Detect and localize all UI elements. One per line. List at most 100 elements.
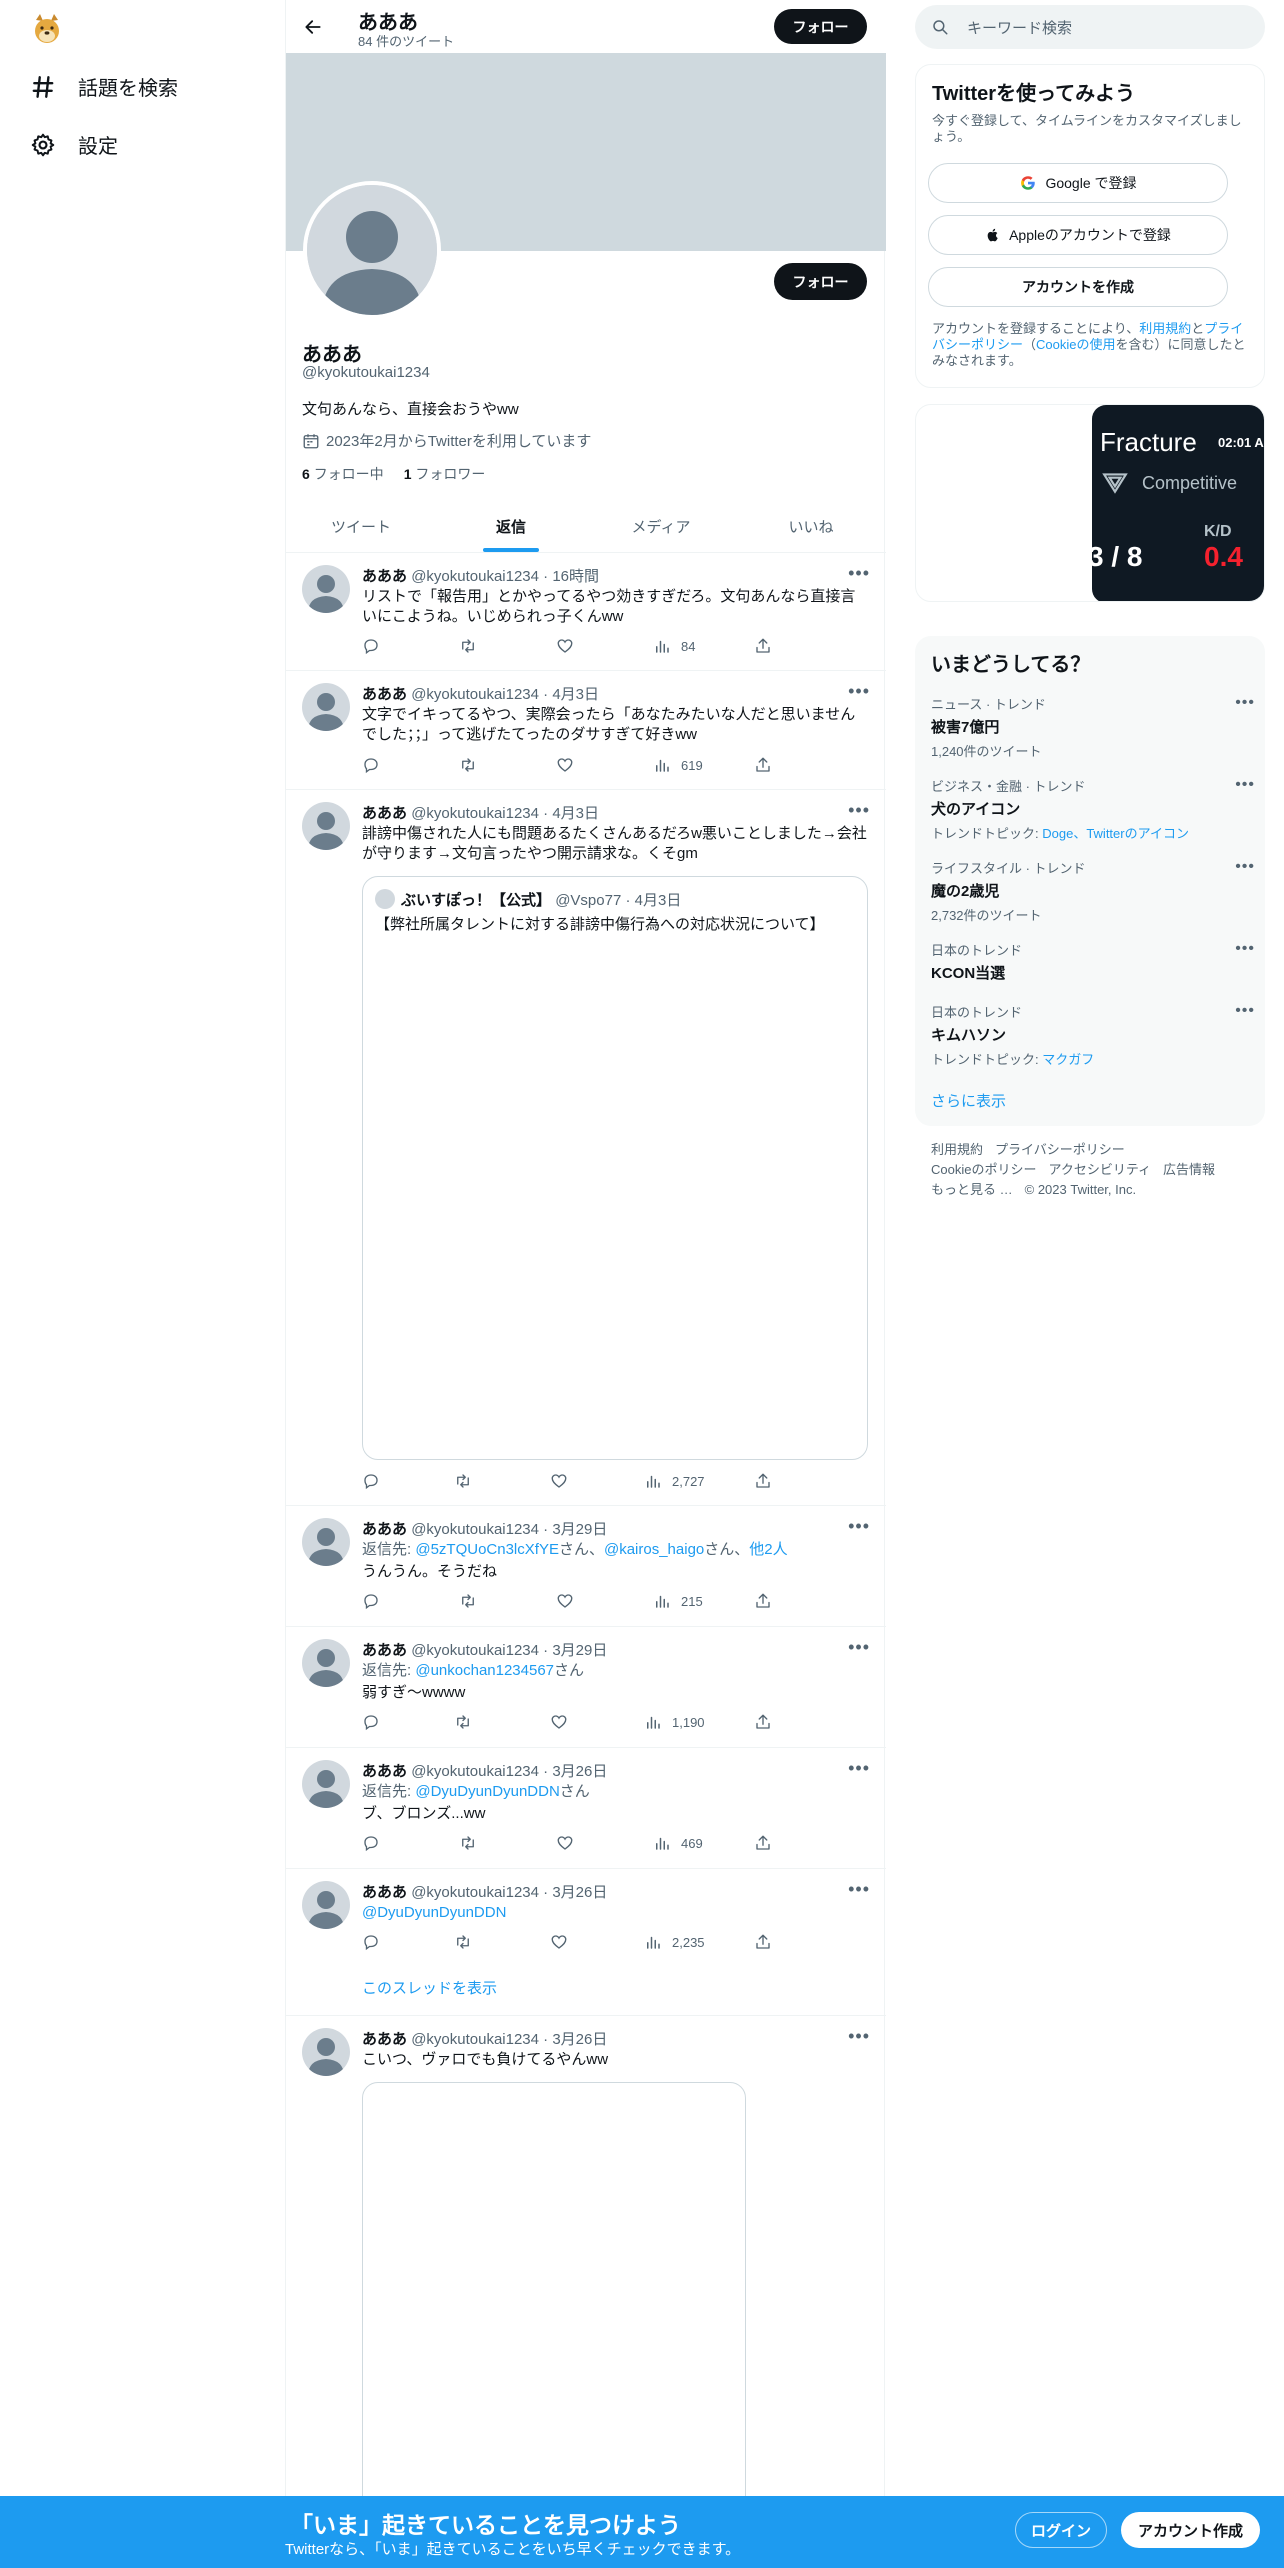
tweet[interactable]: あああ @kyokutoukai1234 · 4月3日 ••• 文字でイキってる…: [286, 671, 886, 790]
tweet-author-name[interactable]: あああ: [362, 805, 407, 822]
reply-mention[interactable]: @DyuDyunDyunDDN: [415, 1783, 559, 1800]
tweet-author-name[interactable]: あああ: [362, 686, 407, 703]
like-icon[interactable]: [550, 1713, 568, 1731]
tweet-time[interactable]: 4月3日: [552, 686, 599, 703]
share-icon[interactable]: [754, 637, 772, 655]
tweet-author-handle[interactable]: @kyokutoukai1234: [411, 2031, 539, 2048]
profile-follow-button[interactable]: フォロー: [774, 263, 867, 300]
reply-others[interactable]: 他2人: [749, 1541, 787, 1558]
nav-settings[interactable]: 設定: [30, 130, 118, 159]
reply-mention[interactable]: @unkochan1234567: [415, 1662, 554, 1679]
reply-icon[interactable]: [362, 1592, 380, 1610]
reply-icon[interactable]: [362, 1713, 380, 1731]
like-icon[interactable]: [550, 1472, 568, 1490]
like-icon[interactable]: [556, 1592, 574, 1610]
tweet-author-handle[interactable]: @kyokutoukai1234: [411, 568, 539, 585]
share-icon[interactable]: [754, 1834, 772, 1852]
google-signup-button[interactable]: Google で登録: [928, 163, 1228, 203]
tab-tweets[interactable]: ツイート: [286, 500, 436, 552]
tweet-time[interactable]: 16時間: [552, 568, 599, 585]
trend-item[interactable]: ニュース · トレンド 被害7億円 1,240件のツイート •••: [931, 694, 1254, 760]
tweet[interactable]: あああ @kyokutoukai1234 · 3月26日 ••• こいつ、ヴァロ…: [286, 2016, 886, 2568]
more-icon[interactable]: •••: [1235, 1002, 1255, 1020]
back-arrow-icon[interactable]: [298, 12, 328, 42]
tweet[interactable]: あああ @kyokutoukai1234 · 3月29日 ••• 返信先: @u…: [286, 1627, 886, 1748]
footer-more[interactable]: もっと見る …: [931, 1182, 1013, 1197]
more-icon[interactable]: •••: [848, 800, 870, 821]
footer-ads[interactable]: 広告情報: [1163, 1162, 1215, 1177]
views-stat[interactable]: 215: [653, 1592, 703, 1610]
tweet-author-name[interactable]: あああ: [362, 1884, 407, 1901]
more-icon[interactable]: •••: [848, 1879, 870, 1900]
retweet-icon[interactable]: [454, 1933, 472, 1951]
tab-media[interactable]: メディア: [586, 500, 736, 552]
retweet-icon[interactable]: [454, 1713, 472, 1731]
login-button[interactable]: ログイン: [1015, 2512, 1107, 2548]
avatar[interactable]: [302, 2028, 350, 2076]
tweet-author-handle[interactable]: @kyokutoukai1234: [411, 1884, 539, 1901]
reply-icon[interactable]: [362, 637, 380, 655]
tab-replies[interactable]: 返信: [436, 500, 586, 552]
reply-mention[interactable]: @5zTQUoCn3lcXfYE: [415, 1541, 559, 1558]
retweet-icon[interactable]: [454, 1472, 472, 1490]
footer-accessibility[interactable]: アクセシビリティ: [1048, 1162, 1151, 1177]
footer-terms[interactable]: 利用規約: [931, 1142, 983, 1157]
terms-link[interactable]: 利用規約: [1139, 321, 1191, 336]
tweet[interactable]: あああ @kyokutoukai1234 · 3月29日 ••• 返信先: @5…: [286, 1506, 886, 1627]
tweet[interactable]: あああ @kyokutoukai1234 · 3月26日 ••• 返信先: @D…: [286, 1748, 886, 1869]
tweet-author-name[interactable]: あああ: [362, 1521, 407, 1538]
trend-item[interactable]: 日本のトレンド KCON当選 •••: [931, 940, 1254, 983]
quoted-tweet[interactable]: ぶいすぽっ！【公式】 @Vspo77 · 4月3日 【弊社所属タレントに対する誹…: [362, 876, 868, 1460]
avatar[interactable]: [302, 1518, 350, 1566]
like-icon[interactable]: [556, 1834, 574, 1852]
avatar[interactable]: [302, 1639, 350, 1687]
share-icon[interactable]: [754, 1472, 772, 1490]
tweet-author-name[interactable]: あああ: [362, 2031, 407, 2048]
trend-topic-links[interactable]: Doge、Twitterのアイコン: [1042, 826, 1189, 841]
search-box[interactable]: キーワード検索: [915, 5, 1265, 49]
signup-button[interactable]: アカウント作成: [1121, 2512, 1260, 2548]
tweet-author-handle[interactable]: @kyokutoukai1234: [411, 805, 539, 822]
tweet-author-name[interactable]: あああ: [362, 568, 407, 585]
more-icon[interactable]: •••: [1235, 858, 1255, 876]
like-icon[interactable]: [550, 1933, 568, 1951]
views-stat[interactable]: 619: [653, 756, 703, 774]
avatar[interactable]: [302, 802, 350, 850]
tweet-time[interactable]: 3月26日: [552, 1763, 607, 1780]
more-icon[interactable]: •••: [848, 681, 870, 702]
like-icon[interactable]: [556, 637, 574, 655]
show-thread-link[interactable]: このスレッドを表示: [362, 1979, 497, 1999]
doge-logo-icon[interactable]: [30, 12, 64, 46]
more-icon[interactable]: •••: [848, 1758, 870, 1779]
tweet-author-handle[interactable]: @kyokutoukai1234: [411, 1642, 539, 1659]
retweet-icon[interactable]: [459, 756, 477, 774]
more-icon[interactable]: •••: [848, 563, 870, 584]
footer-privacy[interactable]: プライバシーポリシー: [995, 1142, 1125, 1157]
tweet-time[interactable]: 3月29日: [552, 1521, 607, 1538]
tweet-time[interactable]: 3月26日: [552, 2031, 607, 2048]
more-icon[interactable]: •••: [848, 1637, 870, 1658]
create-account-button[interactable]: アカウントを作成: [928, 267, 1228, 307]
avatar[interactable]: [302, 1881, 350, 1929]
avatar[interactable]: [302, 565, 350, 613]
more-icon[interactable]: •••: [1235, 940, 1255, 958]
more-icon[interactable]: •••: [848, 2026, 870, 2047]
tweet-author-name[interactable]: あああ: [362, 1642, 407, 1659]
tweet-mention[interactable]: @DyuDyunDyunDDN: [362, 1903, 506, 1923]
share-icon[interactable]: [754, 1933, 772, 1951]
tweet[interactable]: あああ @kyokutoukai1234 · 16時間 ••• リストで「報告用…: [286, 553, 886, 671]
promo-card[interactable]: Fracture 02:01 A Competitive 3 / 8 K/D 0…: [915, 404, 1265, 602]
views-stat[interactable]: 1,190: [644, 1713, 705, 1731]
avatar[interactable]: [302, 1760, 350, 1808]
following-link[interactable]: 6 フォロー中: [302, 464, 384, 484]
avatar[interactable]: [302, 683, 350, 731]
tweet-author-handle[interactable]: @kyokutoukai1234: [411, 1763, 539, 1780]
share-icon[interactable]: [754, 1713, 772, 1731]
reply-icon[interactable]: [362, 1933, 380, 1951]
retweet-icon[interactable]: [459, 1592, 477, 1610]
tweet-author-handle[interactable]: @kyokutoukai1234: [411, 1521, 539, 1538]
apple-signup-button[interactable]: Appleのアカウントで登録: [928, 215, 1228, 255]
reply-mention[interactable]: @kairos_haigo: [604, 1541, 704, 1558]
views-stat[interactable]: 2,235: [644, 1933, 705, 1951]
reply-icon[interactable]: [362, 756, 380, 774]
